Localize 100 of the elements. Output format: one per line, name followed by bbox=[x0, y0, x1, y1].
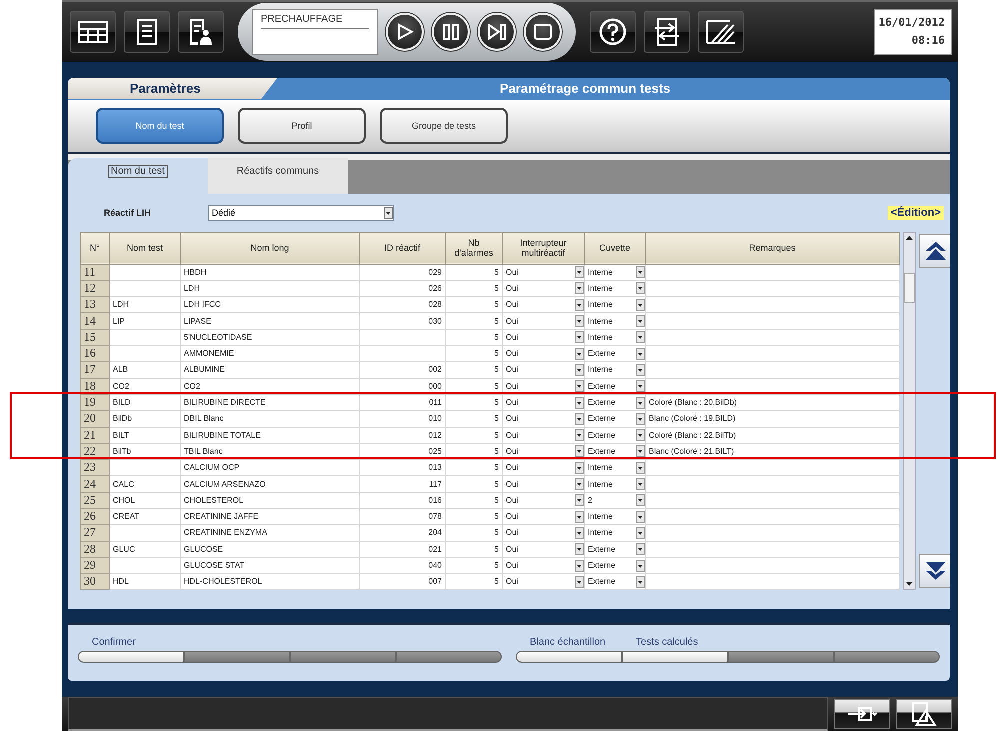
dropdown-cell[interactable]: Oui bbox=[502, 443, 584, 460]
stop-button[interactable] bbox=[524, 12, 562, 51]
stop-icon bbox=[534, 24, 552, 40]
column-header: Cuvette bbox=[584, 232, 646, 264]
table-cell: 000 bbox=[360, 378, 446, 394]
list-view-button[interactable] bbox=[124, 10, 170, 53]
dropdown-cell[interactable]: Externe bbox=[584, 574, 646, 590]
page-up-button[interactable] bbox=[919, 234, 950, 268]
scroll-thumb-icon bbox=[904, 272, 915, 303]
scrollbar[interactable] bbox=[903, 232, 916, 590]
dropdown-cell[interactable]: Externe bbox=[584, 378, 646, 394]
page-down-button[interactable] bbox=[919, 554, 950, 588]
dropdown-cell[interactable]: Oui bbox=[502, 264, 584, 280]
column-header: ID réactif bbox=[360, 232, 446, 264]
dropdown-cell[interactable]: Interne bbox=[584, 508, 646, 525]
dropdown-cell[interactable]: Externe bbox=[584, 410, 646, 427]
maintenance-button[interactable] bbox=[698, 10, 744, 53]
dropdown-cell[interactable]: Oui bbox=[502, 296, 584, 313]
dropdown-cell[interactable]: Interne bbox=[584, 264, 646, 280]
dropdown-cell[interactable]: Oui bbox=[502, 460, 584, 476]
dropdown-cell[interactable]: Oui bbox=[502, 362, 584, 378]
dropdown-cell[interactable]: Externe bbox=[584, 541, 646, 558]
transfer-button[interactable] bbox=[644, 10, 690, 53]
dropdown-cell[interactable]: Oui bbox=[502, 541, 584, 558]
function-key[interactable] bbox=[516, 651, 622, 664]
table-cell: 012 bbox=[360, 427, 446, 444]
function-key[interactable] bbox=[622, 651, 728, 664]
function-key[interactable] bbox=[396, 651, 502, 664]
dropdown-cell[interactable]: Oui bbox=[502, 557, 584, 574]
table-view-button[interactable] bbox=[70, 10, 116, 53]
document-user-icon bbox=[189, 18, 213, 46]
table-cell: 5 bbox=[446, 557, 502, 574]
dropdown-cell[interactable]: Oui bbox=[502, 574, 584, 590]
table-cell: 5 bbox=[446, 492, 502, 508]
table-cell: BilDb bbox=[110, 410, 180, 427]
function-key[interactable] bbox=[78, 651, 184, 664]
table-cell bbox=[110, 264, 180, 280]
document-user-button[interactable] bbox=[178, 10, 224, 53]
dropdown-cell[interactable]: Oui bbox=[502, 378, 584, 394]
dropdown-cell[interactable]: Externe bbox=[584, 557, 646, 574]
table-cell: GLUCOSE STAT bbox=[180, 557, 360, 574]
dropdown-cell[interactable]: Oui bbox=[502, 346, 584, 362]
dropdown-cell[interactable]: Interne bbox=[584, 524, 646, 542]
step-button[interactable] bbox=[478, 12, 516, 51]
dropdown-cell[interactable]: Oui bbox=[502, 394, 584, 411]
row-number: 16 bbox=[80, 346, 110, 362]
start-button[interactable] bbox=[386, 12, 424, 51]
dropdown-cell[interactable]: Externe bbox=[584, 346, 646, 362]
reagent-select[interactable]: Dédié bbox=[208, 204, 394, 221]
dropdown-cell[interactable]: Oui bbox=[502, 476, 584, 492]
function-key[interactable] bbox=[834, 651, 940, 664]
table-cell: Coloré (Blanc : 22.BilTb) bbox=[646, 427, 900, 444]
dropdown-cell[interactable]: Externe bbox=[584, 443, 646, 460]
tab[interactable]: Nom du test bbox=[68, 158, 208, 194]
mode-button[interactable]: Groupe de tests bbox=[380, 108, 508, 144]
dropdown-cell[interactable]: Oui bbox=[502, 410, 584, 427]
function-key[interactable] bbox=[184, 651, 290, 664]
dropdown-cell[interactable]: Oui bbox=[502, 280, 584, 297]
stripes-icon bbox=[706, 20, 736, 44]
table-cell: 010 bbox=[360, 410, 446, 427]
dropdown-cell[interactable]: Interne bbox=[584, 476, 646, 492]
table-cell: CALC bbox=[110, 476, 180, 492]
alarm-button[interactable] bbox=[896, 699, 952, 729]
table-cell: BILIRUBINE TOTALE bbox=[180, 427, 360, 444]
function-key[interactable] bbox=[728, 651, 834, 664]
pause-button[interactable] bbox=[432, 12, 470, 51]
dropdown-cell[interactable]: 2 bbox=[584, 492, 646, 508]
row-number: 29 bbox=[80, 557, 110, 574]
mode-button[interactable]: Profil bbox=[238, 108, 366, 144]
table-cell: 040 bbox=[360, 557, 446, 574]
double-up-arrow-icon bbox=[925, 240, 947, 261]
dropdown-cell[interactable]: Interne bbox=[584, 329, 646, 346]
dropdown-cell[interactable]: Oui bbox=[502, 492, 584, 508]
dropdown-cell[interactable]: Interne bbox=[584, 280, 646, 297]
table-cell: LDH IFCC bbox=[180, 296, 360, 313]
column-header: N° bbox=[80, 232, 110, 264]
dropdown-cell[interactable]: Externe bbox=[584, 394, 646, 411]
dropdown-cell[interactable]: Interne bbox=[584, 460, 646, 476]
tab[interactable]: Réactifs communs bbox=[208, 158, 348, 194]
table-cell: 5 bbox=[446, 574, 502, 590]
dropdown-cell[interactable]: Interne bbox=[584, 362, 646, 378]
table-cell: 011 bbox=[360, 394, 446, 411]
table-cell: BILIRUBINE DIRECTE bbox=[180, 394, 360, 411]
column-header: Nom test bbox=[110, 232, 180, 264]
dropdown-cell[interactable]: Interne bbox=[584, 296, 646, 313]
dropdown-cell[interactable]: Oui bbox=[502, 312, 584, 330]
table-cell: HBDH bbox=[180, 264, 360, 280]
export-button[interactable] bbox=[834, 699, 890, 729]
help-button[interactable] bbox=[590, 10, 636, 53]
dropdown-cell[interactable]: Externe bbox=[584, 427, 646, 444]
table-cell: 5 bbox=[446, 541, 502, 558]
table-cell: Blanc (Coloré : 21.BILT) bbox=[646, 443, 900, 460]
table-cell: HDL bbox=[110, 574, 180, 590]
table-icon bbox=[78, 20, 108, 43]
function-key[interactable] bbox=[290, 651, 396, 664]
dropdown-cell[interactable]: Oui bbox=[502, 329, 584, 346]
dropdown-cell[interactable]: Interne bbox=[584, 312, 646, 330]
dropdown-cell[interactable]: Oui bbox=[502, 508, 584, 525]
dropdown-cell[interactable]: Oui bbox=[502, 427, 584, 444]
dropdown-cell[interactable]: Oui bbox=[502, 524, 584, 542]
